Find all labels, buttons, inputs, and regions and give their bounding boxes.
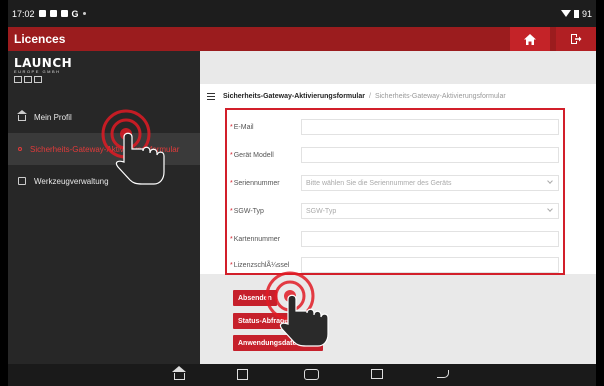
sidebar-item-werkzeugverwaltung[interactable]: Werkzeugverwaltung — [8, 165, 200, 197]
exit-icon — [571, 34, 582, 44]
sidebar-item-label: Sicherheits-Gateway-Aktivierungsformular — [30, 144, 180, 154]
status-bar: 17:02 G 91 — [8, 0, 596, 27]
sidebar-item-mein-profil[interactable]: Mein Profil — [8, 101, 200, 133]
sidebar-item-sgw-aktivierung[interactable]: Sicherheits-Gateway-Aktivierungsformular — [8, 133, 200, 165]
application-records-button[interactable]: Anwendungsdatensätze — [233, 335, 324, 351]
activation-form: *E-Mail *Gerät Modell *Seriennummer Bitt… — [225, 108, 565, 275]
google-icon: G — [71, 8, 79, 19]
serial-label: Seriennummer — [233, 179, 280, 187]
chevron-down-icon — [547, 206, 553, 212]
app-title: Licences — [14, 32, 66, 46]
submit-button[interactable]: Absenden — [233, 290, 277, 306]
sidebar-item-label: Mein Profil — [34, 112, 72, 122]
chevron-down-icon — [547, 178, 553, 184]
serial-number-select[interactable]: Bitte wählen Sie die Seriennummer des Ge… — [301, 175, 559, 191]
menu-toggle-icon[interactable] — [207, 92, 215, 100]
battery-level: 91 — [581, 8, 592, 19]
sidebar-item-label: Werkzeugverwaltung — [34, 176, 109, 186]
nav-recent-apps-icon[interactable] — [237, 369, 248, 380]
launch-logo: LAUNCH EUROPE GMBH — [8, 51, 200, 83]
form-row-model: *Gerät Modell — [227, 141, 563, 169]
sgw-type-label: SGW-Typ — [233, 207, 264, 215]
model-label: Gerät Modell — [233, 151, 274, 159]
license-key-field[interactable] — [301, 257, 559, 273]
form-row-sgw-type: *SGW-Typ SGW-Typ — [227, 197, 563, 225]
logo-name: LAUNCH — [14, 56, 73, 70]
status-time: 17:02 — [12, 8, 35, 19]
notification-icon — [38, 10, 46, 17]
form-row-serial: *Seriennummer Bitte wählen Sie die Serie… — [227, 169, 563, 197]
form-card: *E-Mail *Gerät Modell *Seriennummer Bitt… — [200, 108, 596, 275]
breadcrumb-current: Sicherheits-Gateway-Aktivierungsformular — [223, 92, 365, 100]
nav-home-icon[interactable] — [172, 366, 186, 380]
breadcrumb-separator: / — [369, 92, 371, 100]
nav-vci-icon[interactable] — [304, 369, 319, 380]
home-icon — [17, 110, 27, 121]
exit-button[interactable] — [556, 27, 596, 51]
home-icon — [524, 33, 536, 45]
settings-notification-icon — [49, 10, 57, 17]
serial-placeholder: Bitte wählen Sie die Seriennummer des Ge… — [306, 179, 452, 187]
breadcrumb: Sicherheits-Gateway-Aktivierungsformular… — [200, 84, 596, 108]
tool-icon — [18, 177, 26, 185]
form-row-email: *E-Mail — [227, 113, 563, 141]
status-query-button[interactable]: Status-Abfrage — [233, 313, 294, 329]
logo-emblems — [14, 76, 194, 83]
email-label: E-Mail — [233, 123, 254, 131]
card-number-field[interactable] — [301, 231, 559, 247]
more-notifications-icon — [82, 12, 86, 15]
device-bezel-left — [0, 0, 8, 386]
app-bar: Licences — [8, 27, 596, 51]
device-bezel-right — [596, 0, 604, 386]
nav-screenshot-icon[interactable] — [371, 369, 383, 379]
sidebar-menu: Mein Profil Sicherheits-Gateway-Aktivier… — [8, 101, 200, 197]
card-number-label: Kartennummer — [233, 235, 281, 243]
home-button[interactable] — [510, 27, 550, 51]
system-nav-bar — [8, 364, 596, 386]
nav-back-icon[interactable] — [437, 370, 449, 378]
form-row-license: *LizenzschlÃ¼ssel — [227, 251, 563, 279]
email-field[interactable] — [301, 119, 559, 135]
sgw-type-select[interactable]: SGW-Typ — [301, 203, 559, 219]
logo-subtitle: EUROPE GMBH — [14, 69, 61, 74]
form-row-card: *Kartennummer — [227, 225, 563, 253]
main-content: Sicherheits-Gateway-Aktivierungsformular… — [200, 51, 596, 364]
breadcrumb-link[interactable]: Sicherheits-Gateway-Aktivierungsformular — [375, 93, 506, 100]
image-notification-icon — [60, 10, 68, 17]
device-model-field[interactable] — [301, 147, 559, 163]
battery-icon — [573, 9, 579, 18]
sgw-type-placeholder: SGW-Typ — [306, 207, 337, 215]
wifi-icon — [560, 10, 571, 17]
license-key-label: LizenzschlÃ¼ssel — [233, 261, 290, 269]
sidebar: LAUNCH EUROPE GMBH Mein Profil Sicherhei… — [8, 51, 200, 364]
key-icon — [18, 147, 22, 151]
